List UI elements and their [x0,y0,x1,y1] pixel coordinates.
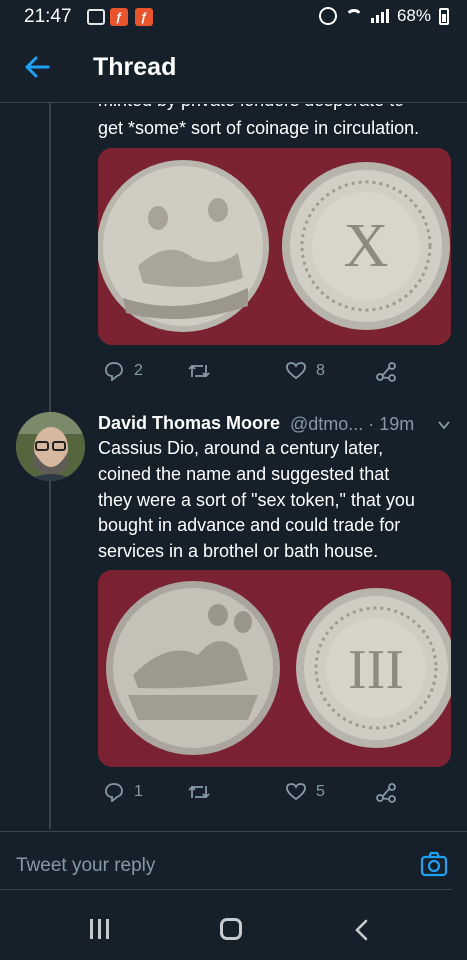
status-bar: 21:47 ƒ ƒ 68% [0,0,467,34]
tweet1-actions: 2 8 [98,361,398,387]
reply-icon [105,362,123,381]
tweet2-media-image[interactable]: III [98,570,451,767]
reply-divider [0,831,467,832]
recent-apps-button[interactable] [90,919,109,939]
app-header: Thread [0,34,467,102]
tweet2-text-line-3: they were a sort of "sex token," that yo… [98,490,415,510]
coin-photo-1: X [98,148,451,345]
tweet1-retweet-button[interactable] [188,361,210,381]
status-right: 68% [318,6,449,26]
author-name[interactable]: David Thomas Moore [98,413,280,434]
reply-underline [0,889,452,890]
battery-percent: 68% [396,6,431,25]
tweet2-like-button[interactable]: 5 [286,782,325,802]
system-back-icon[interactable] [352,919,372,941]
retweet-icon [188,364,210,378]
app-notification-icon: ƒ [110,8,128,26]
avatar[interactable] [16,412,85,481]
page-title: Thread [93,53,177,81]
share-icon [376,362,396,382]
camera-icon[interactable] [420,850,448,878]
like-icon [286,362,306,380]
reply-input[interactable]: Tweet your reply [16,855,155,877]
tweet2-text-line-1: Cassius Dio, around a century later, [98,438,384,458]
system-navbar [0,893,467,960]
avatar-photo [16,412,85,481]
tweet2-text-line-2: coined the name and suggested that [98,464,390,484]
tweet2-reply-button[interactable]: 1 [104,782,143,802]
like-icon [286,783,306,801]
author-handle-time: @dtmo... · 19m [290,414,415,434]
back-arrow-icon[interactable] [22,52,52,82]
tweet1-text: get *some* sort of coinage in circulatio… [98,118,420,138]
tweet2-text-line-5: services in a brothel or bath house. [98,541,379,561]
tweet1-reply-button[interactable]: 2 [104,361,143,381]
retweet-icon [188,785,210,799]
tweet1-media-image[interactable]: X [98,148,451,345]
signal-icon [370,9,389,23]
header-divider [0,102,467,103]
wifi-icon [344,9,363,23]
tweet1-share-button[interactable] [375,361,397,383]
reply-icon [105,783,123,802]
status-time: 21:47 [24,6,72,27]
gallery-notification-icon [87,9,105,25]
share-icon [376,783,396,803]
tweet2-text-line-4: bought in advance and could trade for [98,515,401,535]
tweet1-like-count: 8 [316,362,325,379]
app-notification-icon-2: ƒ [135,8,153,26]
coin-photo-2: III [98,570,451,767]
coin-numeral-iii: III [348,639,404,701]
chevron-down-icon[interactable] [437,418,451,432]
coin-numeral-x: X [344,212,389,280]
home-button[interactable] [220,918,242,940]
tweet1-reply-count: 2 [134,362,143,379]
tweet2-reply-count: 1 [134,783,143,800]
alarm-icon [318,7,337,25]
battery-icon [439,7,449,25]
tweet1-like-button[interactable]: 8 [286,361,325,381]
tweet2-actions: 1 5 [98,782,398,808]
tweet2-retweet-button[interactable] [188,782,210,802]
tweet2-like-count: 5 [316,783,325,800]
tweet2-share-button[interactable] [375,782,397,804]
